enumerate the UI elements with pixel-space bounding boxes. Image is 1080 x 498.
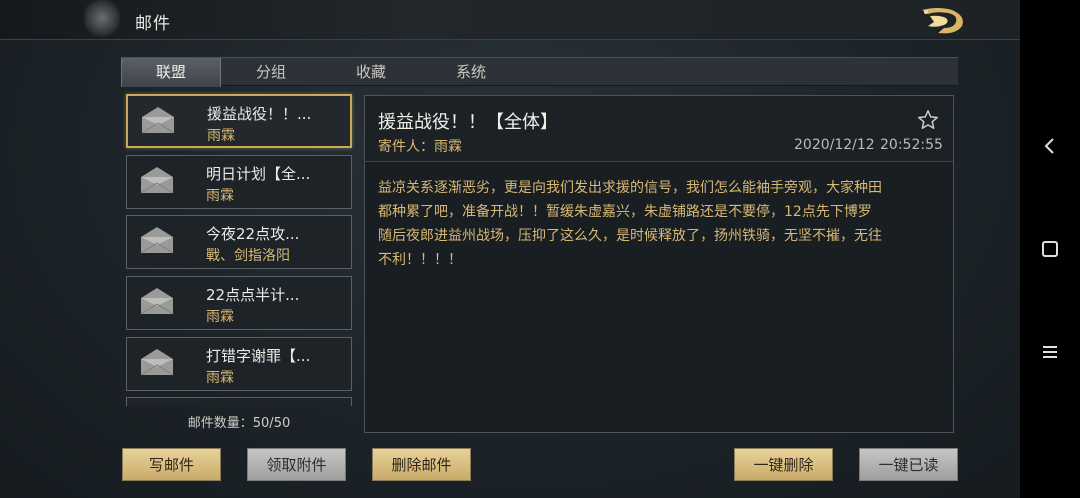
game-screen: 邮件 联盟 分组 收藏 系统 援益战役！！... 雨霖 明日计划【全... 雨霖… [0,0,1020,498]
tab-favorites[interactable]: 收藏 [321,58,421,87]
envelope-icon [140,167,174,194]
list-item[interactable]: 今夜22点攻... 戰、剑指洛阳 [126,215,352,269]
mail-detail-sender: 寄件人：雨霖 [378,139,462,155]
delete-all-button[interactable]: 一键删除 [734,448,833,481]
mail-detail-time: 20:52:55 [880,137,943,153]
list-item[interactable] [126,397,352,406]
mail-sender: 戰、剑指洛阳 [206,248,290,264]
menu-icon[interactable] [1038,340,1062,364]
mail-tabs: 联盟 分组 收藏 系统 [121,57,958,87]
delete-mail-button[interactable]: 删除邮件 [372,448,471,481]
mail-detail-panel: 援益战役！！【全体】 寄件人：雨霖 2020/12/12 20:52:55 益凉… [364,95,954,433]
list-item[interactable]: 援益战役！！... 雨霖 [126,94,352,148]
chevron-left-icon[interactable] [1038,134,1062,158]
tab-alliance[interactable]: 联盟 [121,58,221,87]
mail-subject: 明日计划【全... [206,165,311,183]
dragon-logo-icon[interactable] [918,4,970,36]
mail-sender: 雨霖 [206,370,234,386]
mail-sender: 雨霖 [207,128,235,144]
mail-subject: 今夜22点攻... [206,225,300,243]
star-outline-icon[interactable] [917,109,939,131]
mail-subject: 援益战役！！... [207,105,312,123]
mail-sender: 雨霖 [206,188,234,204]
mail-detail-body: 益凉关系逐渐恶劣，更是向我们发出求援的信号，我们怎么能袖手旁观，大家种田 都种累… [378,176,944,272]
mail-body-line: 不利！！！！ [378,252,462,268]
mail-body-line: 都种累了吧，准备开战！！暂缓朱虚嘉兴，朱虚铺路还是不要停，12点先下博罗 [378,204,872,220]
write-mail-button[interactable]: 写邮件 [122,448,221,481]
envelope-icon [140,349,174,376]
mail-subject: 打错字谢罪【... [206,347,311,365]
list-item[interactable]: 22点点半计... 雨霖 [126,276,352,330]
square-icon[interactable] [1038,237,1062,261]
mail-body-line: 益凉关系逐渐恶劣，更是向我们发出求援的信号，我们怎么能袖手旁观，大家种田 [378,180,882,196]
tab-system[interactable]: 系统 [421,58,521,87]
system-nav-bar [1020,0,1080,498]
collect-attachments-button[interactable]: 领取附件 [247,448,346,481]
mail-subject: 22点点半计... [206,286,300,304]
tab-group[interactable]: 分组 [221,58,321,87]
emblem-icon [84,0,120,40]
mark-all-read-button[interactable]: 一键已读 [859,448,958,481]
page-title: 邮件 [135,14,171,34]
envelope-icon [140,227,174,254]
mail-list[interactable]: 援益战役！！... 雨霖 明日计划【全... 雨霖 今夜22点攻... 戰、剑指… [122,91,356,406]
mail-detail-title: 援益战役！！【全体】 [378,112,558,133]
mail-sender: 雨霖 [206,309,234,325]
list-item[interactable]: 打错字谢罪【... 雨霖 [126,337,352,391]
mail-count: 邮件数量：50/50 [187,416,291,431]
envelope-icon [141,107,175,134]
mail-detail-date: 2020/12/12 [794,137,875,153]
mail-detail-header: 援益战役！！【全体】 寄件人：雨霖 2020/12/12 20:52:55 [365,96,953,162]
top-bar: 邮件 [0,0,1020,40]
list-item[interactable]: 明日计划【全... 雨霖 [126,155,352,209]
envelope-icon [140,288,174,315]
mail-body-line: 随后夜郎进益州战场，压抑了这么久，是时候释放了，扬州铁骑，无坚不摧，无往 [378,228,882,244]
